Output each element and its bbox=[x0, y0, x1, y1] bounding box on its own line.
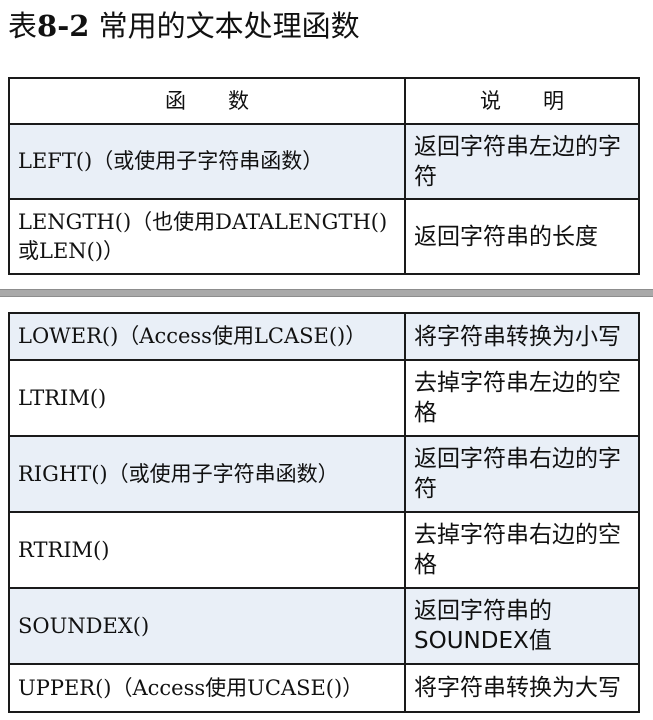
table-row: LTRIM() 去掉字符串左边的空格 bbox=[8, 359, 640, 437]
header-description: 说 明 bbox=[404, 77, 640, 125]
description-cell: 将字符串转换为小写 bbox=[404, 312, 640, 361]
page-divider bbox=[0, 289, 653, 297]
table-row: LENGTH()（也使用DATALENGTH()或LEN()） 返回字符串的长度 bbox=[8, 198, 640, 275]
function-cell: RIGHT()（或使用子字符串函数） bbox=[8, 435, 406, 513]
caption-prefix: 表 bbox=[8, 9, 38, 43]
table-row: SOUNDEX() 返回字符串的SOUNDEX值 bbox=[8, 587, 640, 665]
table-row: LEFT()（或使用子字符串函数） 返回字符串左边的字符 bbox=[8, 123, 640, 200]
header-row: 函 数 说 明 bbox=[8, 77, 640, 125]
description-cell: 将字符串转换为大写 bbox=[404, 663, 640, 713]
table-row: UPPER()（Access使用UCASE()） 将字符串转换为大写 bbox=[8, 663, 640, 713]
table-row: LOWER()（Access使用LCASE()） 将字符串转换为小写 bbox=[8, 312, 640, 361]
function-table-bottom: LOWER()（Access使用LCASE()） 将字符串转换为小写 LTRIM… bbox=[8, 312, 640, 713]
description-cell: 返回字符串的长度 bbox=[404, 198, 640, 275]
description-cell: 返回字符串的SOUNDEX值 bbox=[404, 587, 640, 665]
function-text: LENGTH()（也使用DATALENGTH()或LEN()） bbox=[18, 209, 388, 263]
function-cell: LTRIM() bbox=[8, 359, 406, 437]
caption-text: 常用的文本处理函数 bbox=[89, 9, 360, 43]
function-cell: LEFT()（或使用子字符串函数） bbox=[8, 123, 406, 200]
caption-number: 8-2 bbox=[37, 9, 90, 43]
table-caption: 表8-2 常用的文本处理函数 bbox=[8, 4, 360, 48]
description-cell: 返回字符串右边的字符 bbox=[404, 435, 640, 513]
table-row: RIGHT()（或使用子字符串函数） 返回字符串右边的字符 bbox=[8, 435, 640, 513]
function-cell: UPPER()（Access使用UCASE()） bbox=[8, 663, 406, 713]
function-cell: RTRIM() bbox=[8, 511, 406, 589]
function-cell: LENGTH()（也使用DATALENGTH()或LEN()） bbox=[8, 198, 406, 275]
table-row: RTRIM() 去掉字符串右边的空格 bbox=[8, 511, 640, 589]
description-cell: 返回字符串左边的字符 bbox=[404, 123, 640, 200]
function-cell: LOWER()（Access使用LCASE()） bbox=[8, 312, 406, 361]
description-cell: 去掉字符串右边的空格 bbox=[404, 511, 640, 589]
function-table-top: 函 数 说 明 LEFT()（或使用子字符串函数） 返回字符串左边的字符 LEN… bbox=[8, 77, 640, 275]
header-function: 函 数 bbox=[8, 77, 406, 125]
function-cell: SOUNDEX() bbox=[8, 587, 406, 665]
description-cell: 去掉字符串左边的空格 bbox=[404, 359, 640, 437]
